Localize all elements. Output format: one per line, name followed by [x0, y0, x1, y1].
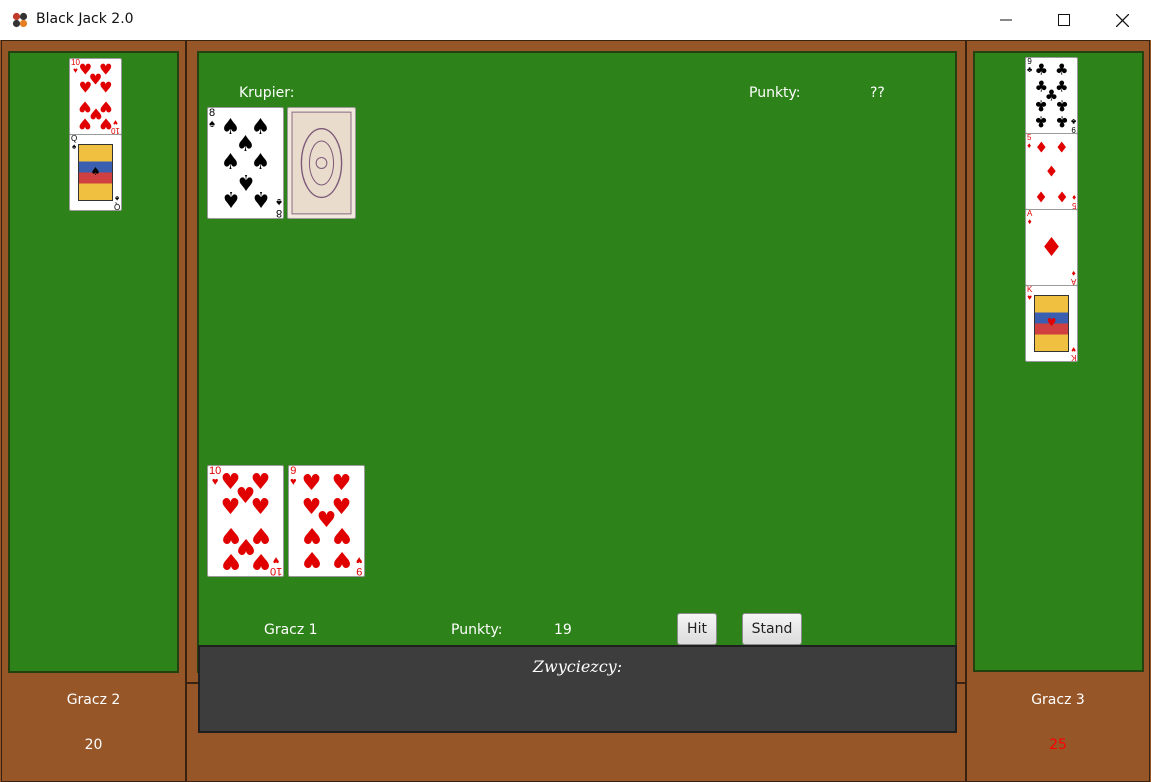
- dealer-points-value: ??: [870, 85, 885, 101]
- card-pip: ♣: [1034, 96, 1049, 114]
- player2-card: Q ♠ Q ♠ ♠: [69, 134, 122, 211]
- card-pip: ♣: [1054, 96, 1069, 114]
- close-icon: [1115, 13, 1129, 27]
- card-corner: Q ♠: [71, 134, 78, 151]
- card-pip: ♥: [98, 78, 113, 96]
- card-pip: ♥: [331, 546, 352, 572]
- card-pip: ♥: [301, 522, 322, 548]
- player2-score: 20: [84, 737, 103, 753]
- minimize-icon: [1000, 19, 1012, 21]
- player1-card: 10 ♥ 10 ♥ ♥ ♥ ♥ ♥ ♥ ♥ ♥ ♥ ♥ ♥: [207, 465, 284, 577]
- dealer-label: Krupier:: [239, 85, 295, 101]
- player3-card: A ♦ A ♦ ♦: [1025, 209, 1078, 286]
- player3-score: 25: [1049, 737, 1067, 753]
- close-button[interactable]: [1093, 0, 1151, 40]
- player3-name: Gracz 3: [1031, 692, 1085, 708]
- card-pip: ♥: [78, 114, 93, 133]
- card-pip: ♥: [331, 470, 352, 496]
- card-corner: 8 ♠: [209, 107, 216, 130]
- card-pip: ♥: [301, 470, 322, 496]
- card-pip: ♣: [1054, 112, 1069, 131]
- dealer-card: 8 ♠ 8 ♠ ♠ ♠ ♠ ♠ ♠ ♠ ♠ ♠: [207, 107, 284, 219]
- card-pip: ♣: [1054, 60, 1069, 79]
- card-pip: ♠: [250, 186, 271, 212]
- card-corner: 9 ♥: [290, 465, 297, 488]
- card-corner: 5 ♦: [1071, 193, 1076, 210]
- card-corner: 10 ♥: [209, 465, 222, 488]
- player1-name: Gracz 1: [264, 622, 318, 638]
- card-pip: ♦: [1039, 232, 1064, 263]
- player1-points-label: Punkty:: [451, 622, 503, 638]
- winners-box: Zwyciezcy:: [198, 645, 957, 733]
- card-corner: A ♦: [1070, 269, 1076, 286]
- card-corner: A ♦: [1027, 209, 1033, 226]
- face-card-suit: ♥: [1046, 316, 1057, 329]
- dealer-card-hidden: [287, 107, 356, 219]
- card-pip: ♠: [220, 186, 241, 212]
- face-card-suit: ♠: [90, 165, 101, 178]
- card-pip: ♥: [331, 522, 352, 548]
- player2-card: 10 ♥ 10 ♥ ♥ ♥ ♥ ♥ ♥ ♥ ♥ ♥ ♥ ♥: [69, 58, 122, 135]
- card-corner: 9 ♥: [356, 554, 363, 577]
- player1-card: 9 ♥ 9 ♥ ♥ ♥ ♥ ♥ ♥ ♥ ♥ ♥ ♥: [288, 465, 365, 577]
- card-corner: 5 ♦: [1027, 133, 1032, 150]
- title-bar: Black Jack 2.0: [0, 0, 1151, 40]
- card-pip: ♥: [250, 547, 271, 573]
- card-pip: ♥: [250, 494, 271, 520]
- player3-card: K ♥ K ♥ ♥: [1025, 285, 1078, 362]
- card-corner: Q ♠: [113, 194, 120, 211]
- window-title: Black Jack 2.0: [36, 11, 134, 27]
- card-pip: ♦: [1054, 187, 1069, 205]
- card-pip: ♥: [301, 546, 322, 572]
- card-back-pattern: [291, 111, 352, 215]
- winners-label: Zwyciezcy:: [532, 657, 623, 676]
- hit-button[interactable]: Hit: [677, 613, 717, 645]
- card-corner: 9 ♣: [1027, 57, 1033, 74]
- player3-card: 9 ♣ 9 ♣ ♣ ♣ ♣ ♣ ♣ ♣ ♣ ♣ ♣: [1025, 57, 1078, 134]
- dealer-points-label: Punkty:: [749, 85, 801, 101]
- card-pip: ♥: [220, 547, 241, 573]
- card-pip: ♦: [1034, 187, 1049, 205]
- app-icon: [12, 12, 28, 28]
- card-corner: 8 ♠: [275, 196, 282, 219]
- maximize-button[interactable]: [1035, 0, 1093, 40]
- card-corner: K ♥: [1027, 285, 1033, 302]
- card-corner: 9 ♣: [1070, 117, 1076, 134]
- player2-name: Gracz 2: [66, 692, 121, 708]
- card-pip: ♣: [1034, 112, 1049, 131]
- card-pip: ♥: [220, 494, 241, 520]
- minimize-button[interactable]: [977, 0, 1035, 40]
- card-pip: ♦: [1044, 162, 1059, 180]
- card-pip: ♥: [98, 114, 113, 133]
- player1-points-value: 19: [554, 622, 572, 638]
- card-corner: 10 ♥: [269, 554, 282, 577]
- maximize-icon: [1058, 14, 1070, 26]
- card-pip: ♥: [78, 78, 93, 96]
- stand-button[interactable]: Stand: [742, 613, 802, 645]
- card-pip: ♦: [1054, 138, 1069, 156]
- card-corner: K ♥: [1070, 345, 1076, 362]
- card-pip: ♦: [1034, 138, 1049, 156]
- card-pip: ♣: [1034, 60, 1049, 79]
- player3-card: 5 ♦ 5 ♦ ♦ ♦ ♦ ♦ ♦: [1025, 133, 1078, 210]
